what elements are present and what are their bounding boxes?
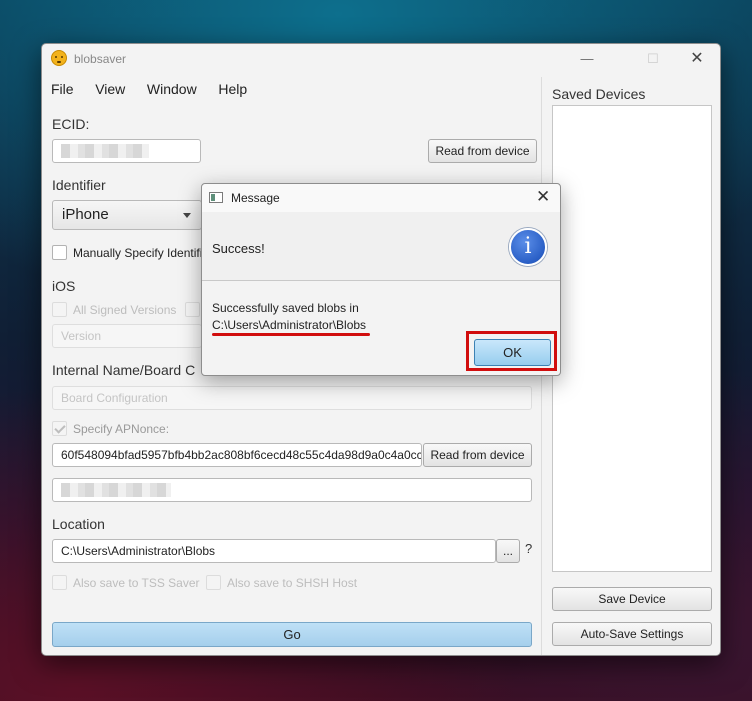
ok-highlight-annotation — [466, 331, 557, 371]
dialog-message-path: C:\Users\Administrator\Blobs — [212, 318, 367, 332]
dialog-close-button[interactable]: ✕ — [536, 187, 550, 207]
menu-window[interactable]: Window — [147, 78, 197, 100]
shsh-host-checkbox[interactable]: Also save to SHSH Host — [206, 575, 357, 590]
all-signed-versions-checkbox[interactable]: All Signed Versions — [52, 302, 176, 317]
dialog-title: Message — [231, 191, 280, 205]
specify-apnonce-checkbox[interactable]: Specify APNonce: — [52, 421, 169, 436]
location-input[interactable]: C:\Users\Administrator\Blobs — [52, 539, 496, 563]
redacted-generator — [61, 483, 171, 497]
auto-save-settings-button[interactable]: Auto-Save Settings — [552, 622, 712, 646]
location-label: Location — [52, 516, 105, 532]
shsh-host-label: Also save to SHSH Host — [227, 575, 358, 590]
path-underline-annotation — [212, 333, 370, 336]
window-icon — [209, 192, 223, 203]
apnonce-read-from-device-button[interactable]: Read from device — [423, 443, 532, 467]
ecid-read-from-device-button[interactable]: Read from device — [428, 139, 537, 163]
close-window-button[interactable]: ✕ — [680, 48, 714, 70]
tss-saver-label: Also save to TSS Saver — [73, 575, 200, 590]
minimize-button[interactable]: — — [570, 48, 604, 70]
info-icon: i — [509, 228, 547, 266]
menu-view[interactable]: View — [95, 78, 125, 100]
generator-input[interactable] — [52, 478, 532, 502]
dialog-message-line1: Successfully saved blobs in — [212, 301, 359, 315]
version-input[interactable]: Version — [52, 324, 202, 348]
manual-identifier-label: Manually Specify Identifi — [73, 245, 203, 260]
internal-name-label: Internal Name/Board C — [52, 362, 196, 378]
identifier-value: iPhone — [62, 206, 109, 223]
menu-help[interactable]: Help — [218, 78, 247, 100]
checkbox-box-checked — [52, 421, 67, 436]
identifier-label: Identifier — [52, 177, 106, 193]
menu-file[interactable]: File — [51, 78, 74, 100]
dialog-header: Success! i — [202, 212, 560, 281]
chevron-down-icon — [183, 213, 191, 218]
specify-apnonce-label: Specify APNonce: — [73, 421, 170, 436]
location-help-icon[interactable]: ? — [525, 541, 532, 556]
checkbox-box — [206, 575, 221, 590]
checkbox-box — [52, 245, 67, 260]
redacted-ecid — [61, 144, 149, 158]
saved-devices-panel: Saved Devices Save Device Auto-Save Sett… — [541, 77, 720, 655]
saved-devices-title: Saved Devices — [552, 86, 646, 102]
ios-label: iOS — [52, 278, 76, 294]
identifier-dropdown[interactable]: iPhone — [52, 200, 202, 230]
tss-saver-checkbox[interactable]: Also save to TSS Saver — [52, 575, 200, 590]
checkbox-box — [52, 575, 67, 590]
blobsaver-app-icon — [51, 50, 67, 66]
apnonce-input[interactable]: 60f548094bfad5957bfb4bb2ac808bf6cecd48c5… — [52, 443, 422, 467]
menu-bar: File View Window Help — [51, 78, 265, 100]
dialog-title-bar[interactable]: Message ✕ — [202, 184, 560, 212]
go-button[interactable]: Go — [52, 622, 532, 647]
save-device-button[interactable]: Save Device — [552, 587, 712, 611]
manual-identifier-checkbox[interactable]: Manually Specify Identifi — [52, 245, 202, 260]
checkbox-box — [185, 302, 200, 317]
ecid-label: ECID: — [52, 116, 90, 132]
dialog-header-text: Success! — [212, 241, 265, 256]
checkbox-box — [52, 302, 67, 317]
all-signed-versions-label: All Signed Versions — [73, 302, 177, 317]
title-bar[interactable]: blobsaver — ☐ ✕ — [42, 44, 720, 74]
dialog-message: Successfully saved blobs in C:\Users\Adm… — [212, 300, 366, 334]
browse-button[interactable]: ... — [496, 539, 520, 563]
saved-devices-list[interactable] — [552, 105, 712, 572]
board-configuration-input[interactable]: Board Configuration — [52, 386, 532, 410]
maximize-button[interactable]: ☐ — [636, 48, 670, 70]
window-title: blobsaver — [74, 52, 127, 66]
ecid-input[interactable] — [52, 139, 201, 163]
